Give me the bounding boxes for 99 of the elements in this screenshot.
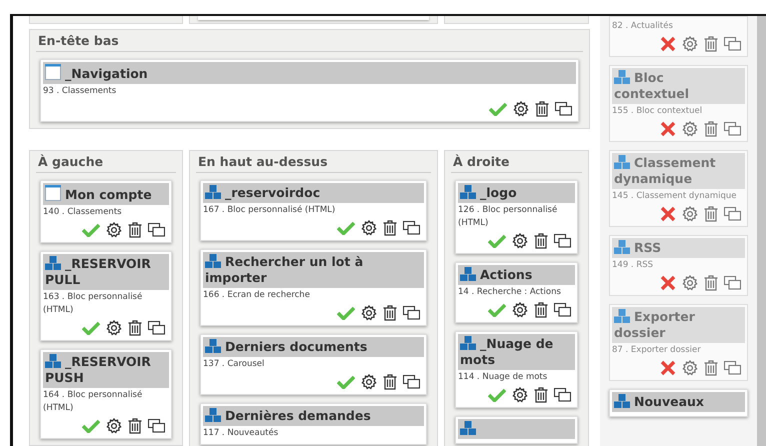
- block-title: _RESERVOIR PUSH: [43, 352, 169, 388]
- zone-title: À gauche: [36, 153, 176, 173]
- block-title: Mon compte: [43, 183, 169, 205]
- settings-icon[interactable]: [106, 320, 122, 336]
- blocks-icon: [460, 336, 476, 350]
- duplicate-icon[interactable]: [403, 221, 420, 235]
- block-subtitle: 164 . Bloc personnalisé (HTML): [43, 389, 144, 415]
- blocks-icon: [205, 185, 221, 199]
- delete-icon[interactable]: [383, 374, 397, 390]
- duplicate-icon[interactable]: [403, 306, 420, 320]
- cross-icon[interactable]: [660, 206, 676, 222]
- cross-icon[interactable]: [660, 275, 676, 291]
- blocks-icon: [614, 240, 630, 254]
- block-subtitle: 114 . Nuage de mots: [458, 371, 548, 384]
- block-title: Actions: [458, 265, 575, 285]
- block-title: _reservoirdoc: [203, 183, 424, 203]
- settings-icon[interactable]: [361, 374, 377, 390]
- block-title: RSS: [612, 238, 745, 258]
- block-title: Classement dynamique: [612, 153, 745, 189]
- blocks-icon: [205, 339, 221, 353]
- block-subtitle: 82 . Actualités: [612, 20, 674, 33]
- block-subtitle: 145 . Classement dynamique: [612, 190, 738, 203]
- check-icon[interactable]: [489, 102, 507, 116]
- duplicate-icon[interactable]: [403, 375, 420, 389]
- check-icon[interactable]: [82, 419, 100, 433]
- check-icon[interactable]: [337, 306, 355, 320]
- blocks-icon: [45, 256, 61, 270]
- block-title: Rechercher un lot à importer: [203, 252, 424, 288]
- blocks-icon: [614, 70, 630, 84]
- check-icon[interactable]: [82, 223, 100, 237]
- duplicate-icon[interactable]: [554, 303, 571, 317]
- block-title: _logo: [458, 183, 575, 203]
- settings-icon[interactable]: [361, 220, 377, 236]
- check-icon[interactable]: [82, 321, 100, 335]
- page-icon: [45, 64, 61, 80]
- block-title: Bloc contextuel: [612, 68, 745, 104]
- block-title: Nouveaux: [612, 392, 745, 412]
- block-title: _Navigation: [43, 62, 576, 84]
- delete-icon[interactable]: [535, 101, 549, 117]
- block-title: Derniers documents: [203, 337, 424, 357]
- blocks-icon: [45, 354, 61, 368]
- block-subtitle: 167 . Bloc personnalisé (HTML): [203, 204, 336, 217]
- scrollbar[interactable]: [757, 16, 766, 446]
- check-icon[interactable]: [488, 234, 506, 248]
- check-icon[interactable]: [337, 221, 355, 235]
- blocks-icon: [460, 421, 476, 435]
- block-subtitle: 87 . Exporter dossier: [612, 344, 702, 357]
- blocks-icon: [205, 254, 221, 268]
- blocks-icon: [614, 394, 630, 408]
- check-icon[interactable]: [488, 388, 506, 402]
- duplicate-icon[interactable]: [554, 388, 571, 402]
- block-subtitle: 126 . Bloc personnalisé (HTML): [458, 204, 558, 230]
- settings-icon[interactable]: [513, 101, 529, 117]
- block-subtitle: 14 . Recherche : Actions: [458, 286, 562, 299]
- settings-icon[interactable]: [361, 305, 377, 321]
- zone-title: En haut au-dessus: [196, 153, 431, 173]
- block-title: _RESERVOIR PULL: [43, 254, 169, 290]
- delete-icon[interactable]: [383, 305, 397, 321]
- block-subtitle: 155 . Bloc contextuel: [612, 105, 704, 118]
- settings-icon[interactable]: [512, 387, 528, 403]
- block-title: Dernières demandes: [203, 406, 424, 426]
- delete-icon[interactable]: [383, 220, 397, 236]
- page-icon: [45, 185, 61, 201]
- delete-icon[interactable]: [534, 302, 548, 318]
- block-title: Exporter dossier: [612, 307, 745, 343]
- cross-icon[interactable]: [660, 121, 676, 137]
- settings-icon[interactable]: [512, 302, 528, 318]
- blocks-icon: [614, 155, 630, 169]
- blocks-icon: [460, 185, 476, 199]
- zone-title: En-tête bas: [36, 32, 583, 52]
- block-subtitle: 149 . RSS: [612, 259, 654, 272]
- block-subtitle: 140 . Classements: [43, 206, 123, 219]
- cross-icon[interactable]: [660, 360, 676, 376]
- duplicate-icon[interactable]: [148, 321, 165, 335]
- block-subtitle: 163 . Bloc personnalisé (HTML): [43, 291, 144, 317]
- duplicate-icon[interactable]: [554, 234, 571, 248]
- settings-icon[interactable]: [106, 222, 122, 238]
- block-subtitle: 117 . Nouveautés: [203, 427, 280, 440]
- duplicate-icon[interactable]: [148, 223, 165, 237]
- block-subtitle: 166 . Ecran de recherche: [203, 289, 311, 302]
- check-icon[interactable]: [488, 303, 506, 317]
- blocks-icon: [614, 309, 630, 323]
- block-title: _Nuage de mots: [458, 334, 575, 370]
- delete-icon[interactable]: [128, 418, 142, 434]
- blocks-icon: [205, 408, 221, 422]
- check-icon[interactable]: [337, 375, 355, 389]
- cross-icon[interactable]: [660, 36, 676, 52]
- delete-icon[interactable]: [128, 320, 142, 336]
- delete-icon[interactable]: [534, 387, 548, 403]
- block-subtitle: 93 . Classements: [43, 85, 118, 98]
- blocks-icon: [460, 267, 476, 281]
- settings-icon[interactable]: [512, 233, 528, 249]
- zone-title: À droite: [451, 153, 582, 173]
- delete-icon[interactable]: [534, 233, 548, 249]
- block-subtitle: 137 . Carousel: [203, 358, 266, 371]
- delete-icon[interactable]: [128, 222, 142, 238]
- duplicate-icon[interactable]: [555, 102, 572, 116]
- settings-icon[interactable]: [106, 418, 122, 434]
- duplicate-icon[interactable]: [148, 419, 165, 433]
